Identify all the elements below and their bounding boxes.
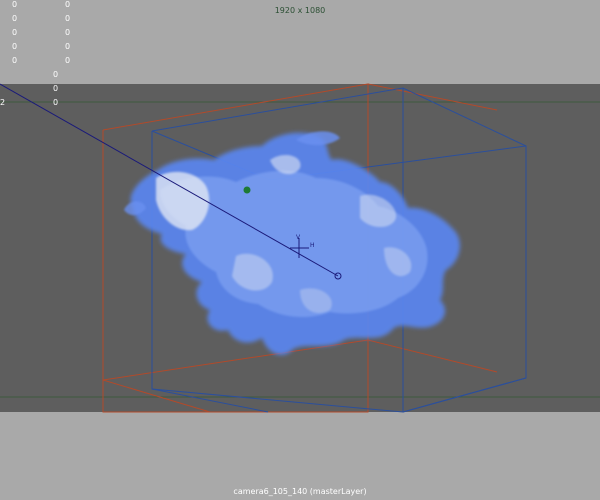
hud-value: 0 xyxy=(65,14,71,23)
hud-value: 0 xyxy=(65,28,71,37)
manip-label-h: H xyxy=(310,242,315,249)
hud-value: 0 xyxy=(12,28,18,37)
hud-value: 0 xyxy=(53,70,59,79)
hud-value: 0 xyxy=(65,0,71,9)
hud-value: 0 xyxy=(53,84,59,93)
locator-marker xyxy=(243,186,251,194)
viewport-canvas[interactable]: V H xyxy=(0,0,600,500)
hud-value: 0 xyxy=(12,56,18,65)
camera-label: camera6_105_140 (masterLayer) xyxy=(233,487,367,496)
hud-value: 0 xyxy=(65,56,71,65)
resolution-label: 1920 x 1080 xyxy=(274,6,326,15)
hud-value: 0 xyxy=(65,42,71,51)
hud-value: 0 xyxy=(12,42,18,51)
hud-value: 0 xyxy=(12,0,18,9)
hud-value: 0 xyxy=(12,14,18,23)
hud-edge-value: 2 xyxy=(0,98,6,107)
hud-value: 0 xyxy=(53,98,59,107)
